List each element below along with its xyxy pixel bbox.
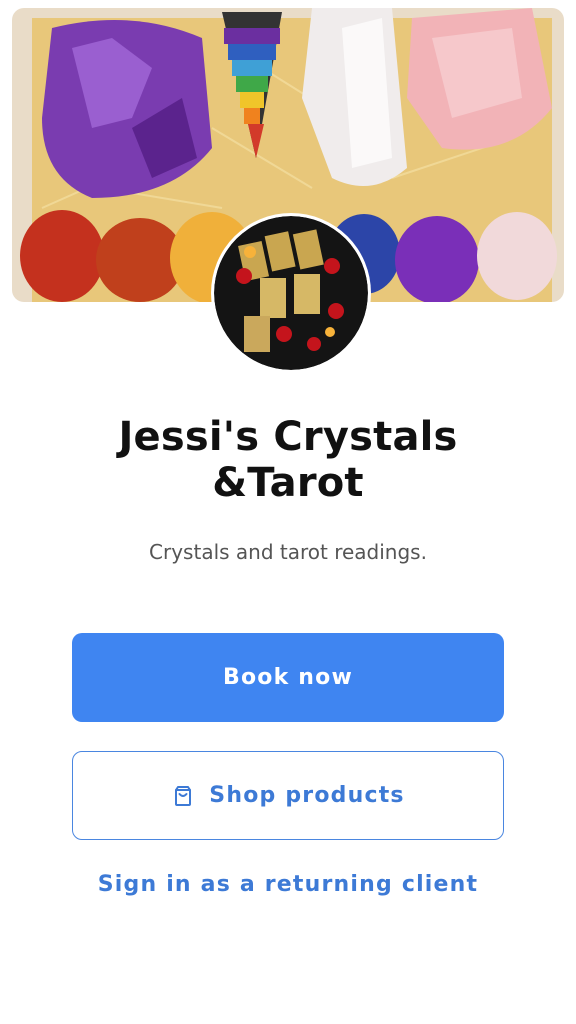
shop-products-button[interactable]: Shop products <box>72 751 504 840</box>
shopping-bag-icon <box>171 784 195 808</box>
shop-products-label: Shop products <box>209 783 405 808</box>
business-name: Jessi's Crystals &Tarot <box>118 414 458 506</box>
book-now-label: Book now <box>223 665 353 690</box>
business-tagline: Crystals and tarot readings. <box>149 540 427 564</box>
book-now-button[interactable]: Book now <box>72 633 504 722</box>
returning-client-signin-link[interactable]: Sign in as a returning client <box>40 872 536 897</box>
profile-avatar <box>214 216 368 370</box>
